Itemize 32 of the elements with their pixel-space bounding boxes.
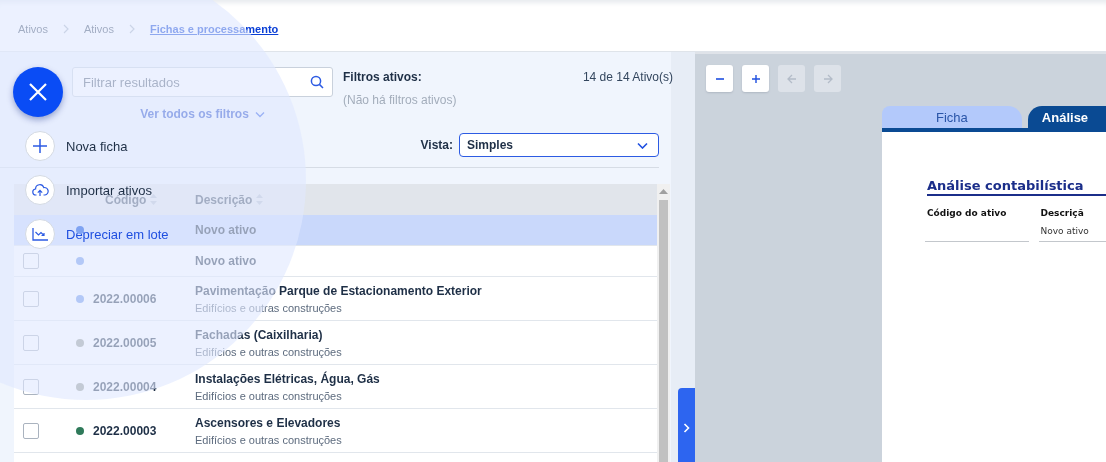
menu-item[interactable]: Nova ficha xyxy=(25,131,169,161)
result-count: 14 de 14 Ativo(s) xyxy=(582,69,673,86)
table-cell-text: 2022.00003 xyxy=(93,423,158,438)
asset-title: Instalações Elétricas, Água, Gás xyxy=(195,371,381,386)
input-field[interactable]: Novo ativo xyxy=(1038,221,1106,242)
filters-label: Filtros ativos: xyxy=(343,69,423,86)
table-cell-text: 2022.00004 xyxy=(93,379,158,394)
asset-title: Ascensores e Elevadores xyxy=(195,415,342,430)
asset-title: Pavimentação Parque de Estacionamento Exterior xyxy=(195,283,483,298)
view-label: Vista: xyxy=(420,138,453,152)
empty-filters-text: (Não há filtros ativos) xyxy=(343,93,458,109)
tab[interactable]: Ficha xyxy=(882,106,1022,128)
field-label: Código do ativo xyxy=(926,208,1008,218)
asset-category: Edifícios e outras construções xyxy=(195,301,343,314)
tab[interactable]: Análise xyxy=(1027,106,1106,128)
asset-category: Edifícios e outras construções xyxy=(195,389,343,402)
search-field[interactable]: Filtrar resultados xyxy=(72,67,333,97)
menu-item[interactable]: Depreciar em lote xyxy=(25,219,169,249)
table-row[interactable]: 2022.00004 Instalações Elétricas, Água, Gás Edifícios e outras construções xyxy=(14,365,657,409)
asset-title: Fachadas (Caixilharia) xyxy=(195,327,324,342)
table-row[interactable]: 2022.00005 Fachadas (Caixilharia) Edifícios e outras construções xyxy=(14,321,657,365)
asset-category: Edifícios e outras construções xyxy=(195,433,343,446)
table-row[interactable]: 2022.00006 Pavimentação Parque de Estacionamento Exterior Edifícios e outras construções xyxy=(14,277,657,321)
table-cell-text: 2022.00005 xyxy=(93,335,158,350)
table-row[interactable]: 2022.00003 Ascensores e Elevadores Edifícios e outras construções xyxy=(14,409,657,453)
asset-category: Edifícios e outras construções xyxy=(195,345,343,358)
asset-title: Novo ativo xyxy=(195,223,258,237)
field-label: Descriçã xyxy=(1039,208,1085,218)
view-dropdown[interactable]: Simples xyxy=(459,133,659,157)
asset-title: Novo ativo xyxy=(195,254,258,268)
table-cell-text: 2022.00006 xyxy=(93,291,158,306)
section-heading: Análise contabilística xyxy=(927,178,1106,196)
